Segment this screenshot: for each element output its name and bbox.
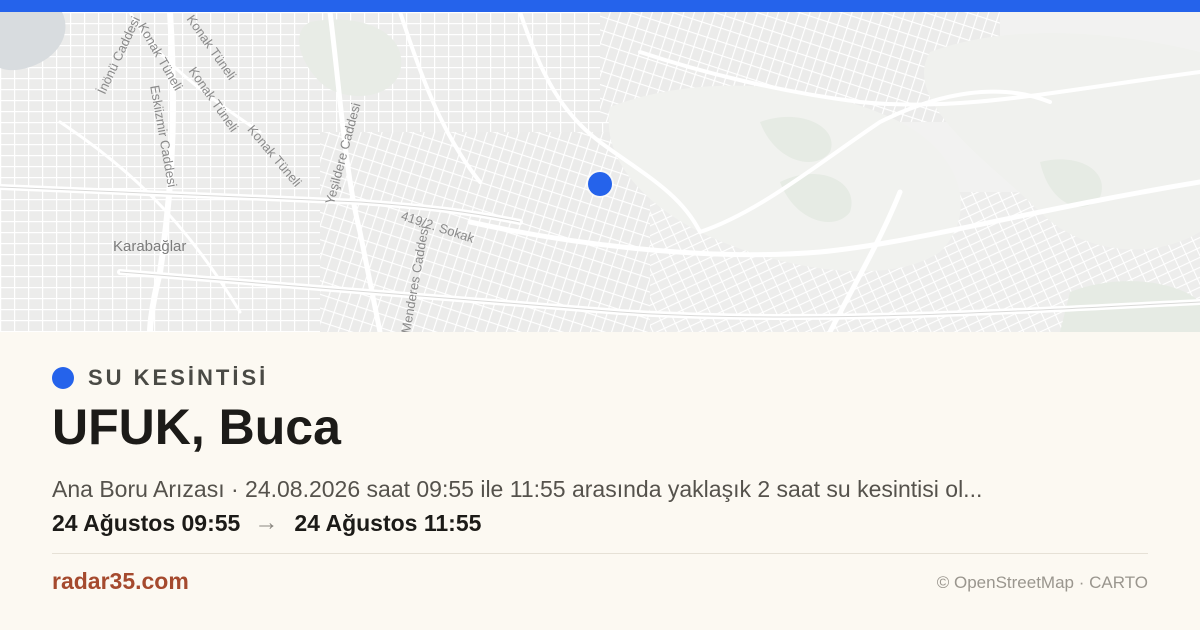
category: SU KESİNTİSİ bbox=[52, 365, 268, 391]
page-title: UFUK, Buca bbox=[52, 399, 341, 455]
brand-link[interactable]: radar35.com bbox=[52, 568, 189, 595]
map-view[interactable]: İnönü Caddesi Eskiizmir Caddesi Konak Tü… bbox=[0, 12, 1200, 332]
end-time: 24 Ağustos 11:55 bbox=[294, 509, 482, 536]
time-range: 24 Ağustos 09:55 → 24 Ağustos 11:55 bbox=[52, 509, 481, 537]
arrow-right-icon: → bbox=[254, 509, 279, 536]
divider bbox=[52, 553, 1148, 554]
category-dot-icon bbox=[52, 367, 74, 389]
start-time: 24 Ağustos 09:55 bbox=[52, 509, 241, 536]
accent-top-bar bbox=[0, 0, 1200, 12]
category-label: SU KESİNTİSİ bbox=[88, 365, 269, 390]
map-label-karabaglar: Karabağlar bbox=[113, 238, 187, 255]
description: Ana Boru Arızası · 24.08.2026 saat 09:55… bbox=[52, 476, 983, 502]
map-attribution[interactable]: © OpenStreetMap · CARTO bbox=[937, 573, 1148, 593]
location-marker[interactable] bbox=[588, 172, 612, 196]
